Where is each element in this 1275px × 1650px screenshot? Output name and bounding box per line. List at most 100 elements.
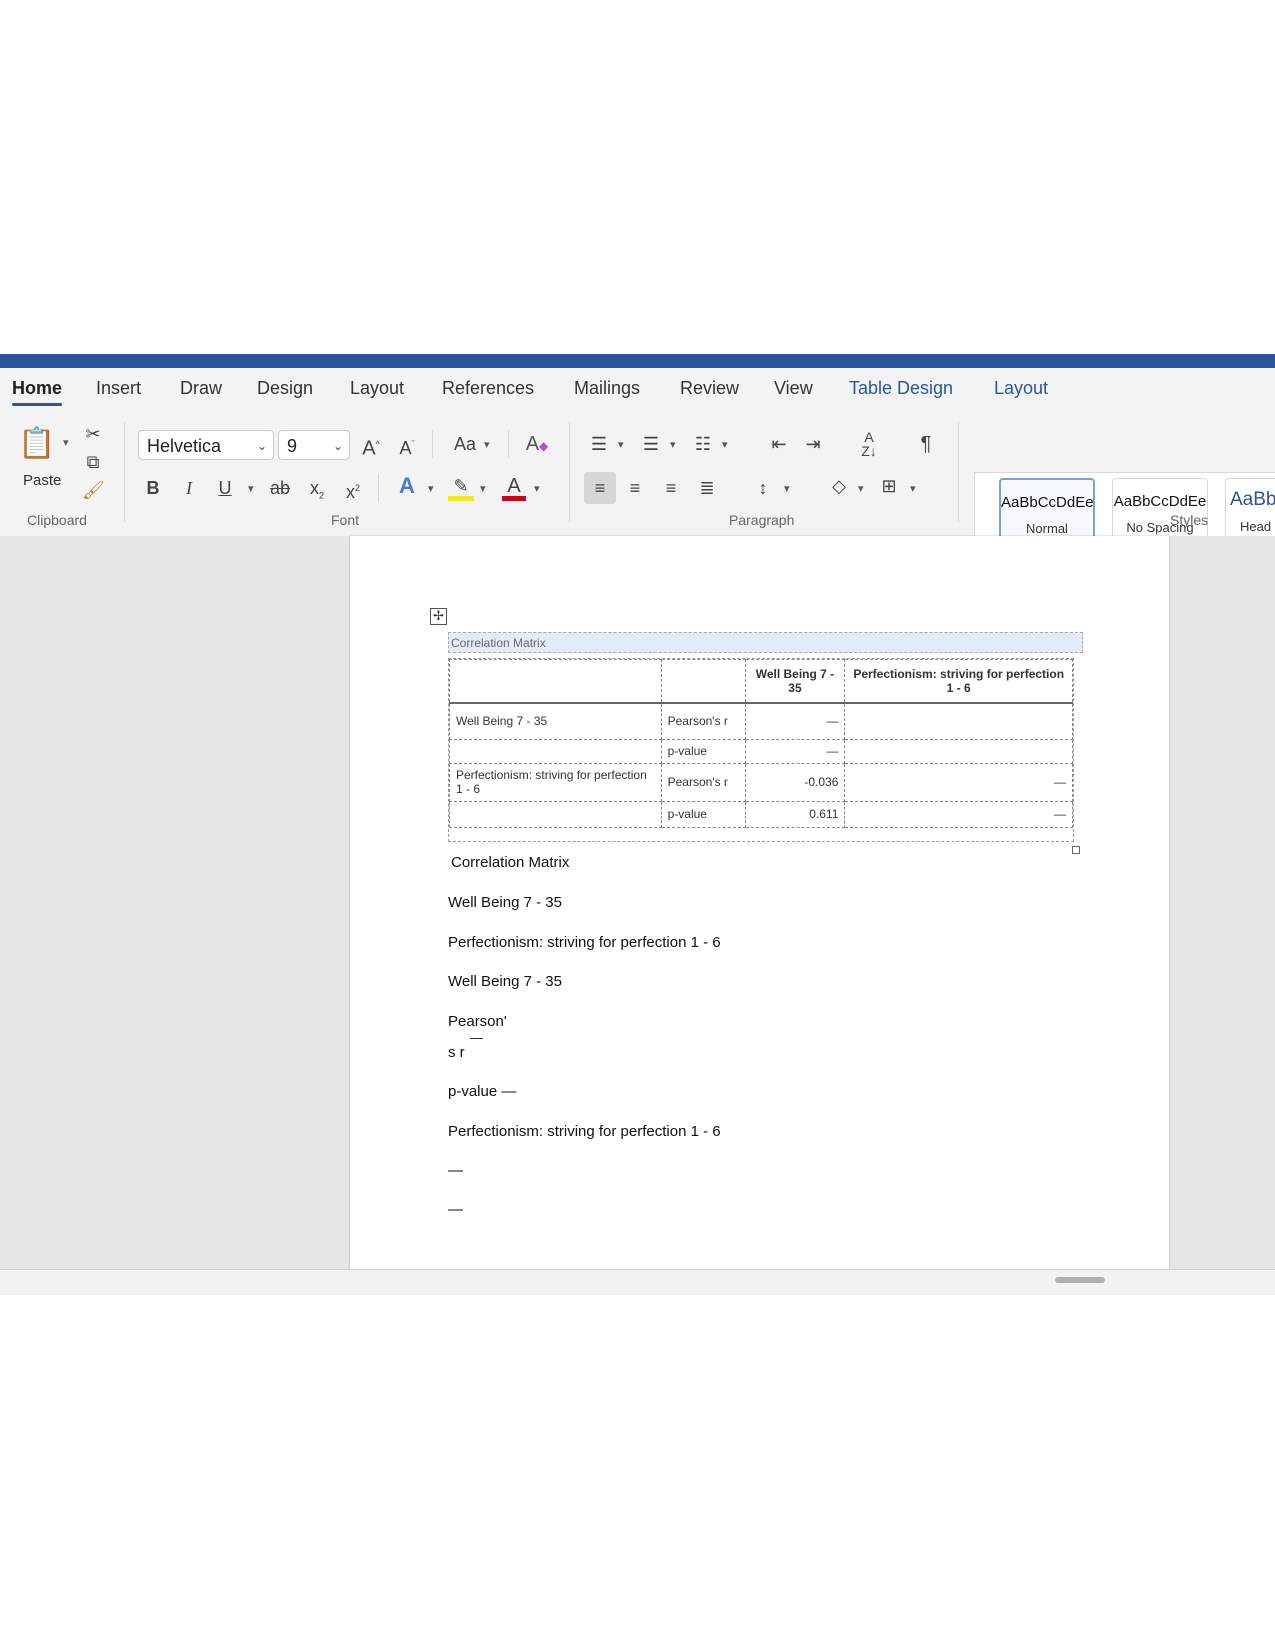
highlighter-dropdown-icon[interactable]: ▾	[480, 482, 486, 495]
paragraph[interactable]: Well Being 7 - 35	[448, 973, 562, 990]
text-effects-icon[interactable]: A	[394, 474, 420, 498]
sort-icon[interactable]: A Z↓	[856, 430, 882, 458]
document-page[interactable]: ✢ Correlation Matrix Well Being 7 - 35 P…	[350, 536, 1169, 1269]
tab-references[interactable]: References	[442, 378, 534, 399]
clear-formatting-icon[interactable]: A◆	[524, 432, 550, 458]
italic-icon[interactable]: I	[178, 476, 200, 500]
table-cell[interactable]: —	[844, 800, 1073, 828]
paragraph[interactable]: p-value —	[448, 1083, 516, 1100]
paragraph[interactable]: Perfectionism: striving for perfection 1…	[448, 1123, 721, 1140]
borders-icon[interactable]: ⊞	[876, 474, 902, 498]
group-label-paragraph: Paragraph	[729, 512, 795, 528]
multilevel-list-icon[interactable]: ☷	[690, 432, 716, 456]
table-cell[interactable]: Pearson's r	[660, 702, 746, 740]
table-cell[interactable]	[844, 738, 1073, 764]
paragraph[interactable]: Correlation Matrix	[451, 854, 569, 871]
table-cell[interactable]	[844, 702, 1073, 740]
table-cell[interactable]: —	[844, 762, 1073, 802]
shrink-font-icon[interactable]: Aˇ	[394, 432, 420, 460]
header-cell[interactable]: Perfectionism: striving for perfection 1…	[844, 659, 1073, 704]
highlighter-icon[interactable]: ✎	[448, 474, 474, 501]
shading-dropdown-icon[interactable]: ▾	[858, 482, 864, 495]
paragraph[interactable]: —	[448, 1201, 463, 1218]
tab-design[interactable]: Design	[257, 378, 313, 399]
table-row: p-value —	[449, 738, 1073, 764]
table-cell[interactable]: 0.611	[744, 800, 846, 828]
underline-dropdown-icon[interactable]: ▾	[248, 482, 254, 495]
paragraph[interactable]: Pearson'	[448, 1013, 507, 1030]
paragraph[interactable]: —	[470, 1030, 483, 1045]
scrollbar-thumb[interactable]	[1055, 1277, 1105, 1283]
change-case-icon[interactable]: Aa	[450, 432, 480, 456]
header-cell[interactable]	[449, 659, 662, 704]
increase-indent-icon[interactable]: ⇥	[800, 432, 826, 456]
style-no-spacing[interactable]: AaBbCcDdEe No Spacing	[1112, 478, 1208, 544]
bullets-icon[interactable]: ☰	[586, 432, 612, 456]
style-normal[interactable]: AaBbCcDdEe Normal	[999, 478, 1095, 544]
table-caption[interactable]: Correlation Matrix	[448, 632, 1083, 653]
header-cell[interactable]: Well Being 7 - 35	[744, 659, 846, 704]
table-resize-handle[interactable]	[1072, 846, 1080, 854]
tab-insert[interactable]: Insert	[96, 378, 141, 399]
change-case-dropdown-icon[interactable]: ▾	[484, 438, 490, 451]
grow-font-icon[interactable]: A^	[358, 432, 384, 461]
superscript-icon[interactable]: x2	[342, 476, 364, 504]
cut-icon[interactable]: ✂	[82, 422, 104, 446]
tab-home[interactable]: Home	[12, 378, 63, 406]
line-spacing-dropdown-icon[interactable]: ▾	[784, 482, 790, 495]
shading-icon[interactable]: ◇	[826, 474, 852, 498]
line-spacing-icon[interactable]: ↕	[750, 476, 776, 500]
bold-icon[interactable]: B	[142, 476, 164, 500]
paste-dropdown-icon[interactable]: ▾	[63, 436, 69, 449]
font-size-select[interactable]: 9 ⌄	[278, 430, 350, 460]
paragraph[interactable]: Perfectionism: striving for perfection 1…	[448, 934, 721, 951]
table-move-handle-icon[interactable]: ✢	[430, 608, 447, 625]
correlation-table[interactable]: Well Being 7 - 35 Perfectionism: strivin…	[448, 658, 1074, 842]
table-cell[interactable]: —	[744, 738, 846, 764]
table-cell[interactable]	[449, 800, 662, 828]
multilevel-dropdown-icon[interactable]: ▾	[722, 438, 728, 451]
tab-draw[interactable]: Draw	[180, 378, 222, 399]
numbering-icon[interactable]: ☰	[638, 432, 664, 456]
strikethrough-icon[interactable]: ab	[266, 476, 294, 500]
paste-label[interactable]: Paste	[23, 472, 61, 489]
underline-icon[interactable]: U	[214, 476, 236, 500]
decrease-indent-icon[interactable]: ⇤	[766, 432, 792, 456]
horizontal-scrollbar[interactable]	[0, 1269, 1275, 1295]
table-cell[interactable]: Well Being 7 - 35	[449, 702, 662, 740]
font-color-icon[interactable]: A	[502, 474, 526, 501]
tab-review[interactable]: Review	[680, 378, 739, 399]
tab-view[interactable]: View	[774, 378, 813, 399]
format-painter-icon[interactable]: 🖌	[82, 478, 105, 502]
align-left-icon[interactable]: ≡	[584, 472, 616, 504]
table-cell[interactable]: —	[744, 702, 846, 740]
justify-icon[interactable]: ≣	[694, 476, 720, 500]
table-cell[interactable]: -0.036	[744, 762, 846, 802]
subscript-icon[interactable]: x2	[306, 476, 328, 508]
font-name-select[interactable]: Helvetica ⌄	[138, 430, 274, 460]
paragraph[interactable]: Well Being 7 - 35	[448, 894, 562, 911]
table-cell[interactable]: p-value	[660, 800, 746, 828]
paragraph[interactable]: s r	[448, 1044, 465, 1061]
tab-mailings[interactable]: Mailings	[574, 378, 640, 399]
bullets-dropdown-icon[interactable]: ▾	[618, 438, 624, 451]
tab-layout[interactable]: Layout	[350, 378, 404, 399]
table-cell[interactable]	[449, 738, 662, 764]
paste-icon[interactable]: 📋	[18, 424, 55, 464]
borders-dropdown-icon[interactable]: ▾	[910, 482, 916, 495]
text-effects-dropdown-icon[interactable]: ▾	[428, 482, 434, 495]
copy-icon[interactable]: ⧉	[82, 450, 104, 474]
numbering-dropdown-icon[interactable]: ▾	[670, 438, 676, 451]
show-formatting-marks-icon[interactable]: ¶	[914, 432, 938, 456]
table-cell[interactable]: Pearson's r	[660, 762, 746, 802]
font-color-dropdown-icon[interactable]: ▾	[534, 482, 540, 495]
table-cell[interactable]: Perfectionism: striving for perfection 1…	[449, 762, 662, 802]
table-cell[interactable]: p-value	[660, 738, 746, 764]
style-heading[interactable]: AaBb Head	[1225, 478, 1275, 544]
header-cell[interactable]	[660, 659, 746, 704]
paragraph[interactable]: —	[448, 1162, 463, 1179]
tab-table-design[interactable]: Table Design	[849, 378, 953, 399]
tab-table-layout[interactable]: Layout	[994, 378, 1048, 399]
align-right-icon[interactable]: ≡	[658, 476, 684, 500]
align-center-icon[interactable]: ≡	[622, 476, 648, 500]
